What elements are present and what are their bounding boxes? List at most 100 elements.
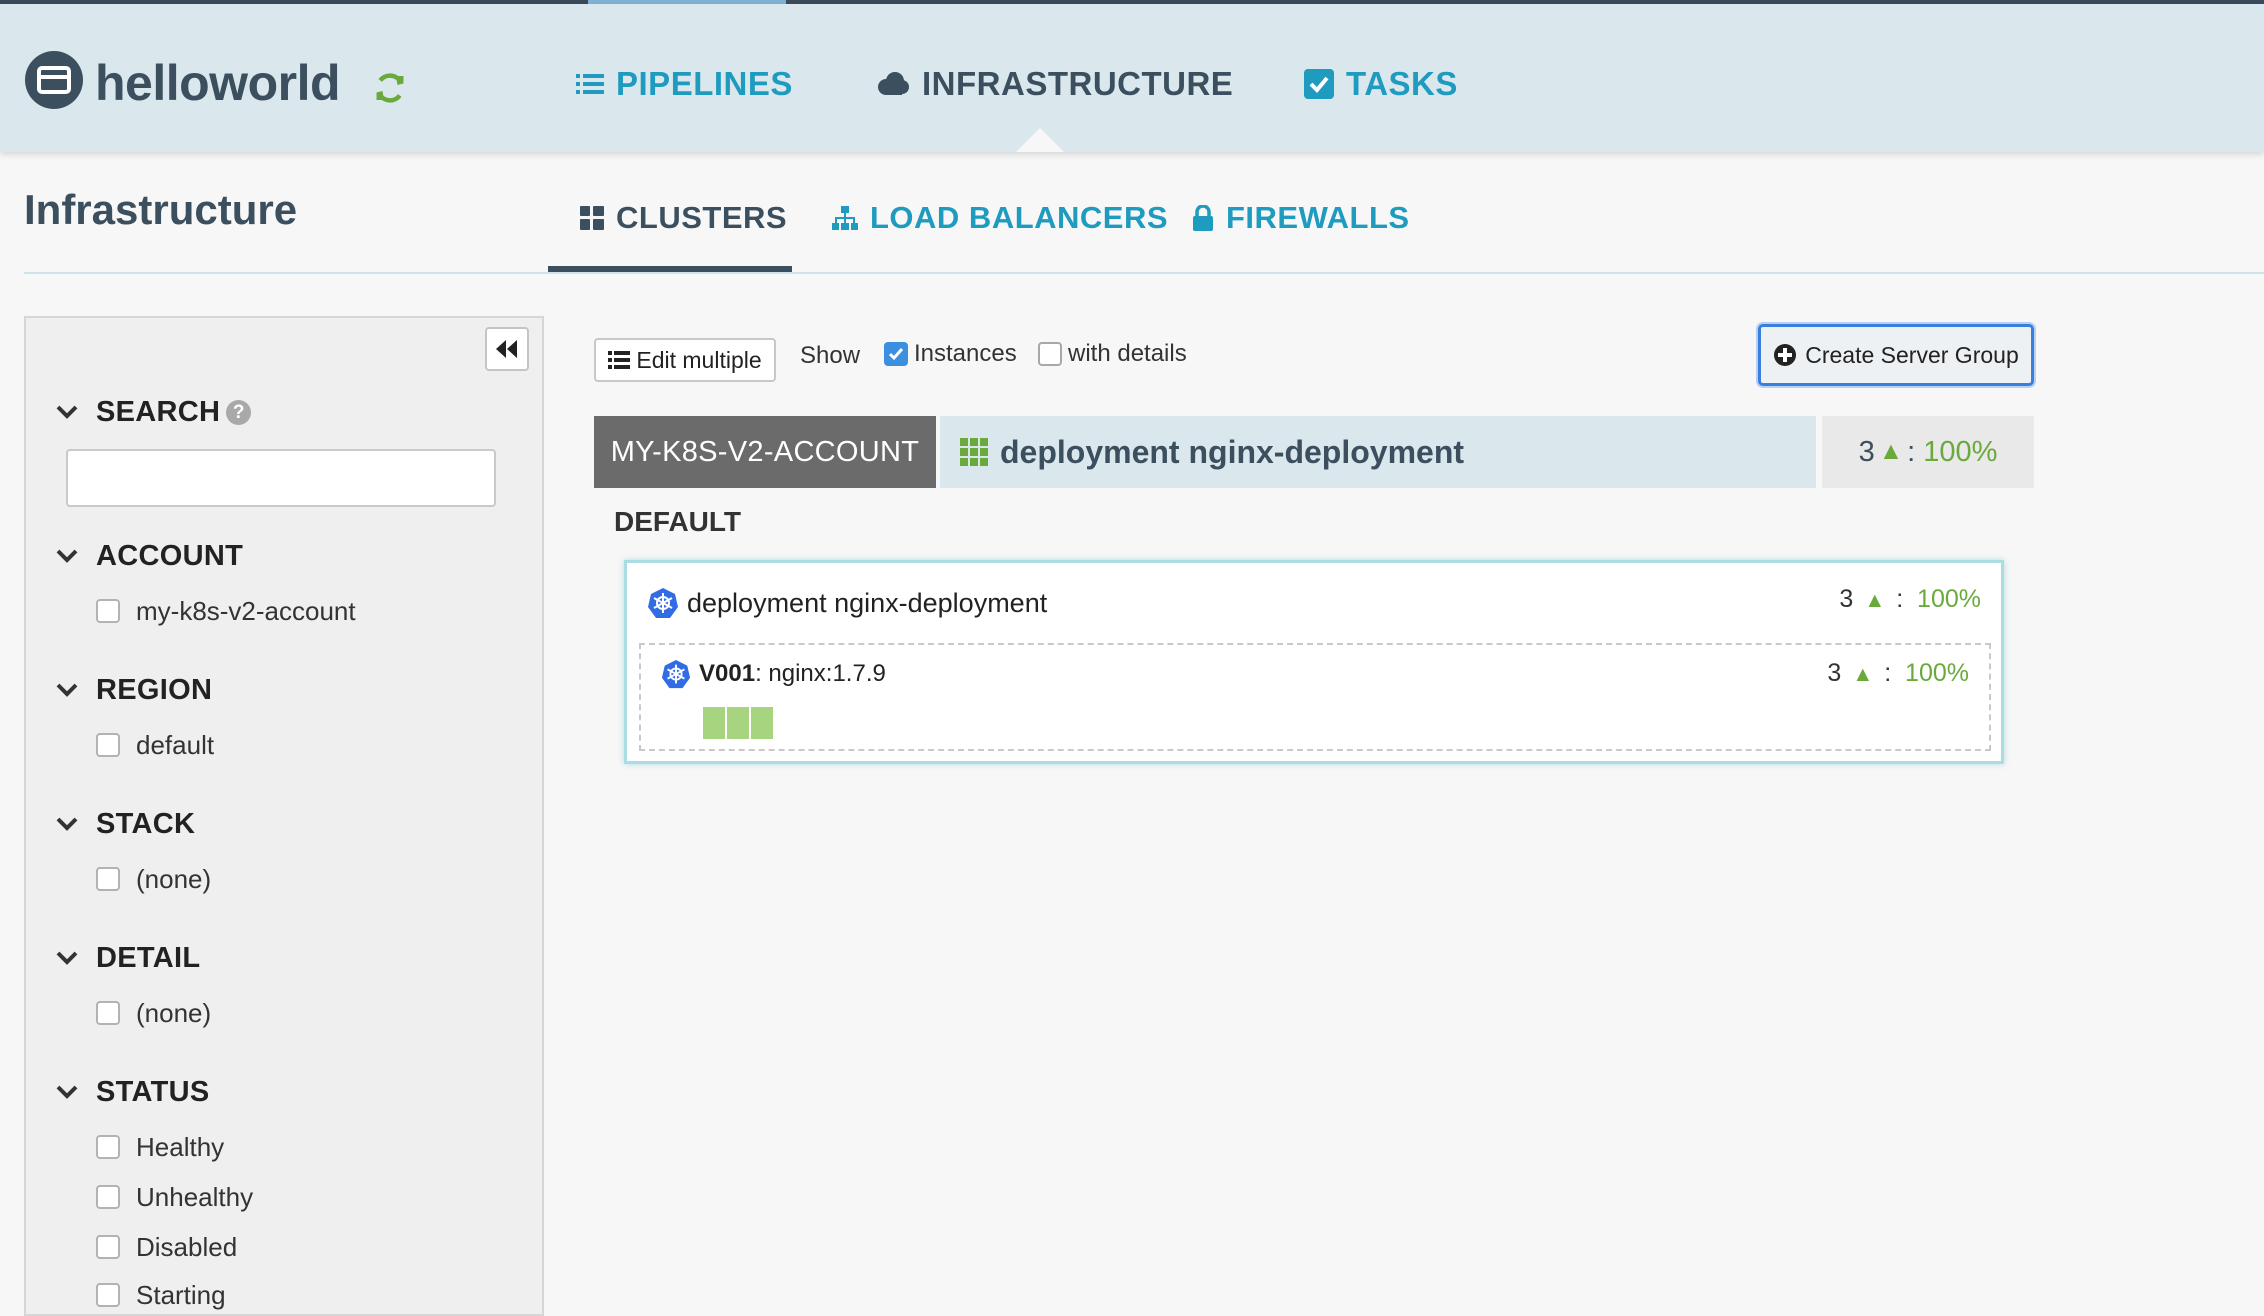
nav-infrastructure[interactable]: INFRASTRUCTURE	[876, 62, 1233, 106]
healthy-triangle-icon: ▲	[1878, 438, 1904, 465]
server-group-title: V001: nginx:1.7.9	[661, 659, 886, 689]
filter-option-label: my-k8s-v2-account	[136, 595, 356, 626]
list-icon	[608, 351, 631, 369]
cluster-header[interactable]: deployment nginx-deployment	[940, 416, 1816, 488]
checkbox[interactable]	[96, 1001, 120, 1025]
cluster-name: deployment nginx-deployment	[1000, 433, 1465, 470]
chevron-down-icon	[56, 817, 78, 831]
divider	[24, 272, 2264, 274]
active-nav-caret	[1016, 128, 1064, 152]
instances-label: Instances	[914, 340, 1017, 367]
cluster-card[interactable]: deployment nginx-deployment 3 ▲ : 100% V…	[624, 560, 2004, 764]
chevron-down-icon	[56, 1085, 78, 1099]
filter-option-label: (none)	[136, 997, 212, 1028]
app-logo-icon[interactable]	[25, 51, 83, 109]
filter-option[interactable]: Healthy	[96, 1128, 224, 1166]
chevron-down-icon	[56, 683, 78, 697]
nav-pipelines[interactable]: PIPELINES	[576, 62, 793, 106]
with-details-checkbox[interactable]	[1038, 342, 1062, 366]
filter-option-label: Healthy	[136, 1131, 225, 1162]
with-details-label: with details	[1068, 340, 1187, 367]
filter-stack-header[interactable]: STACK	[56, 804, 195, 844]
double-chevron-left-icon	[496, 340, 517, 358]
checkbox[interactable]	[96, 1283, 120, 1307]
tab-load-balancers[interactable]: LOAD BALANCERS	[832, 196, 1168, 240]
filter-search-header[interactable]: SEARCH ?	[56, 392, 252, 432]
filter-option[interactable]: Disabled	[96, 1228, 237, 1266]
tab-load-balancers-label: LOAD BALANCERS	[870, 200, 1169, 235]
health-percent: 100%	[1905, 659, 1969, 687]
card-title-text: deployment nginx-deployment	[687, 587, 1048, 618]
instances-checkbox[interactable]	[884, 342, 908, 366]
instance-count: 3	[1858, 435, 1875, 468]
create-server-group-button[interactable]: Create Server Group	[1758, 324, 2034, 386]
checkbox[interactable]	[96, 867, 120, 891]
chevron-down-icon	[56, 549, 78, 563]
server-group[interactable]: V001: nginx:1.7.9 3 ▲ : 100%	[639, 643, 1991, 751]
cluster-health-summary: 3 ▲ : 100%	[1822, 416, 2034, 488]
checkbox[interactable]	[96, 1185, 120, 1209]
tab-firewalls[interactable]: FIREWALLS	[1192, 196, 1410, 240]
health-percent: 100%	[1917, 585, 1981, 613]
filter-option[interactable]: (none)	[96, 994, 211, 1032]
sitemap-icon	[832, 206, 858, 230]
filter-detail-header[interactable]: DETAIL	[56, 938, 200, 978]
filter-account-header[interactable]: ACCOUNT	[56, 536, 243, 576]
edit-multiple-button[interactable]: Edit multiple	[594, 338, 776, 382]
refresh-icon[interactable]	[372, 70, 408, 106]
filter-option[interactable]: Starting	[96, 1276, 226, 1314]
with-details-toggle[interactable]: with details	[1038, 340, 1187, 368]
tab-firewalls-label: FIREWALLS	[1226, 200, 1410, 235]
filter-option[interactable]: my-k8s-v2-account	[96, 592, 356, 630]
card-health-summary: 3 ▲ : 100%	[1839, 585, 1981, 613]
check-square-icon	[1304, 69, 1334, 99]
create-server-group-label: Create Server Group	[1805, 341, 2019, 368]
filter-detail-label: DETAIL	[96, 941, 201, 974]
region-label: DEFAULT	[614, 506, 742, 537]
help-icon[interactable]: ?	[226, 399, 252, 425]
kubernetes-icon	[661, 659, 691, 689]
filter-option[interactable]: Unhealthy	[96, 1178, 253, 1216]
app-header: helloworld PIPELINES INFRASTRUCTURE TASK…	[0, 4, 2264, 152]
instance-healthy[interactable]	[727, 707, 749, 739]
nav-infrastructure-label: INFRASTRUCTURE	[922, 65, 1234, 102]
healthy-triangle-icon: ▲	[1852, 662, 1874, 686]
app-name[interactable]: helloworld	[95, 54, 341, 112]
tab-clusters-label: CLUSTERS	[616, 200, 788, 235]
search-input[interactable]	[66, 449, 496, 507]
edit-multiple-label: Edit multiple	[636, 346, 762, 373]
instance-healthy[interactable]	[751, 707, 773, 739]
nav-tasks-label: TASKS	[1346, 65, 1458, 102]
checkbox[interactable]	[96, 1135, 120, 1159]
cloud-icon	[878, 72, 909, 95]
filter-option-label: Disabled	[136, 1231, 238, 1262]
filter-search-label: SEARCH	[96, 395, 221, 428]
plus-circle-icon	[1774, 344, 1797, 366]
filter-stack-label: STACK	[96, 807, 196, 840]
instance-healthy[interactable]	[703, 707, 725, 739]
checkbox[interactable]	[96, 733, 120, 757]
nav-tasks[interactable]: TASKS	[1304, 62, 1458, 106]
show-instances-toggle[interactable]: Instances	[884, 340, 1017, 368]
chevron-down-icon	[56, 405, 78, 419]
card-title: deployment nginx-deployment	[647, 587, 1047, 619]
show-label: Show	[800, 342, 861, 369]
instance-count: 3	[1827, 659, 1842, 687]
instance-count: 3	[1839, 585, 1854, 613]
filter-option-label: Unhealthy	[136, 1181, 254, 1212]
filter-option-label: (none)	[136, 863, 212, 894]
checkbox[interactable]	[96, 599, 120, 623]
server-group-image: nginx:1.7.9	[768, 660, 886, 687]
collapse-sidebar-button[interactable]	[485, 327, 529, 371]
filter-option[interactable]: default	[96, 726, 214, 764]
filter-status-label: STATUS	[96, 1075, 210, 1108]
tab-clusters[interactable]: CLUSTERS	[580, 196, 787, 240]
checkbox[interactable]	[96, 1235, 120, 1259]
filter-status-header[interactable]: STATUS	[56, 1072, 210, 1112]
health-percent: 100%	[1923, 435, 1998, 468]
nav-pipelines-label: PIPELINES	[616, 65, 793, 102]
chevron-down-icon	[56, 951, 78, 965]
filter-option[interactable]: (none)	[96, 860, 211, 898]
filter-region-header[interactable]: REGION	[56, 670, 212, 710]
list-icon	[576, 74, 604, 94]
